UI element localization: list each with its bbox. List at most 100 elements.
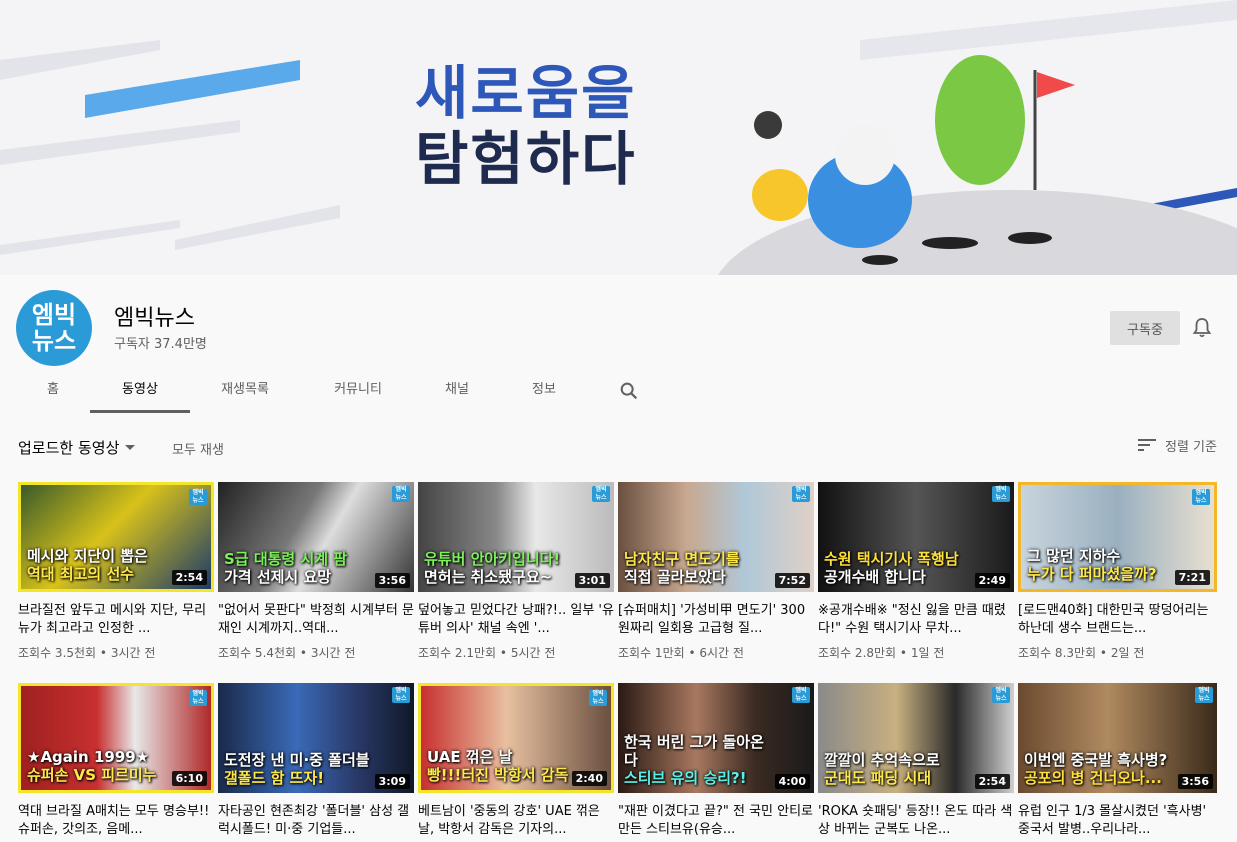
channel-watermark: 엠빅 뉴스	[1192, 489, 1210, 505]
thumbnail-caption: 이번엔 중국발 흑사병? 공포의 병 건너오나...	[1024, 751, 1168, 787]
tab-about[interactable]: 정보	[520, 370, 568, 413]
channel-name: 엠빅뉴스	[114, 306, 195, 331]
thumbnail-caption: 남자친구 면도기를 직접 골라보았다	[624, 550, 740, 586]
video-card[interactable]: 엠빅 뉴스 메시와 지단이 뽑은 역대 최고의 선수 2:54 브라질전 앞두고 메…	[18, 482, 214, 661]
video-card[interactable]: 엠빅 뉴스 이번엔 중국발 흑사병? 공포의 병 건너오나... 3:56 유럽 인…	[1018, 683, 1217, 839]
channel-watermark: 엠빅 뉴스	[992, 486, 1010, 502]
video-meta: 조회수 8.3만회 • 2일 전	[1018, 646, 1145, 660]
video-duration: 6:10	[171, 771, 207, 786]
banner-line2: 탐험하다	[415, 125, 637, 193]
channel-watermark: 엠빅 뉴스	[392, 486, 410, 502]
video-title[interactable]: [슈퍼매치] '가성비甲 면도기' 300원짜리 일회용 고급형 질...	[618, 602, 814, 638]
video-thumbnail[interactable]: 엠빅 뉴스 남자친구 면도기를 직접 골라보았다 7:52	[618, 482, 814, 592]
video-title[interactable]: 'ROKA 숏패딩' 등장!! 온도 따라 색상 바뀌는 군복도 나온...	[818, 803, 1014, 839]
video-thumbnail[interactable]: 엠빅 뉴스 깔깔이 추억속으로 군대도 패딩 시대 2:54	[818, 683, 1014, 793]
channel-watermark: 엠빅 뉴스	[189, 690, 207, 706]
sort-by-button[interactable]: 정렬 기준	[1165, 436, 1217, 455]
video-meta: 조회수 2.1만회 • 5시간 전	[418, 646, 556, 660]
video-card[interactable]: 엠빅 뉴스 깔깔이 추억속으로 군대도 패딩 시대 2:54 'ROKA 숏패딩' …	[818, 683, 1014, 839]
video-title[interactable]: 역대 브라질 A매치는 모두 명승부!! 슈퍼손, 갓의조, 음메...	[18, 803, 214, 839]
notification-bell-icon[interactable]	[1190, 316, 1214, 340]
avatar-line2: 뉴스	[31, 327, 77, 355]
channel-banner: 새로움을 탐험하다	[0, 0, 1237, 275]
video-title[interactable]: "재판 이겼다고 끝?" 전 국민 안티로 만든 스티브유(유승...	[618, 803, 814, 839]
channel-watermark: 엠빅 뉴스	[589, 690, 607, 706]
video-thumbnail[interactable]: 엠빅 뉴스 수원 택시기사 폭행남 공개수배 합니다 2:49	[818, 482, 1014, 592]
channel-watermark: 엠빅 뉴스	[792, 687, 810, 703]
channel-watermark: 엠빅 뉴스	[992, 687, 1010, 703]
video-card[interactable]: 엠빅 뉴스 남자친구 면도기를 직접 골라보았다 7:52 [슈퍼매치] '가성비甲…	[618, 482, 814, 661]
video-card[interactable]: 엠빅 뉴스 ★Again 1999★ 슈퍼손 VS 피르미누 6:10 역대 브라질…	[18, 683, 214, 839]
video-thumbnail[interactable]: 엠빅 뉴스 그 많던 지하수 누가 다 퍼마셨을까? 7:21	[1018, 482, 1217, 592]
video-meta: 조회수 5.4천회 • 3시간 전	[218, 646, 356, 660]
video-card[interactable]: 엠빅 뉴스 그 많던 지하수 누가 다 퍼마셨을까? 7:21 [로드맨40화] 대…	[1018, 482, 1217, 661]
video-title[interactable]: 유럽 인구 1/3 몰살시켰던 '흑사병' 중국서 발병..우리나라...	[1018, 803, 1217, 839]
video-title[interactable]: ※공개수배※ "정신 잃을 만큼 때렸다!" 수원 택시기사 무차...	[818, 602, 1014, 638]
thumbnail-caption: UAE 꺾은 날 빵!!!터진 박항서 감독	[427, 748, 569, 784]
video-duration: 2:49	[974, 573, 1010, 588]
video-duration: 3:56	[374, 573, 410, 588]
video-thumbnail[interactable]: 엠빅 뉴스 UAE 꺾은 날 빵!!!터진 박항서 감독 2:40	[418, 683, 614, 793]
video-thumbnail[interactable]: 엠빅 뉴스 이번엔 중국발 흑사병? 공포의 병 건너오나... 3:56	[1018, 683, 1217, 793]
thumbnail-caption: 그 많던 지하수 누가 다 퍼마셨을까?	[1027, 547, 1157, 583]
channel-watermark: 엠빅 뉴스	[392, 687, 410, 703]
chevron-down-icon	[125, 445, 136, 450]
video-card[interactable]: 엠빅 뉴스 도전장 낸 미·중 폴더블 갤폴드 함 뜨자! 3:09 자타공인 현존…	[218, 683, 414, 839]
channel-watermark: 엠빅 뉴스	[1195, 687, 1213, 703]
thumbnail-caption: S급 대통령 시계 팜 가격 선제시 요망	[224, 550, 348, 586]
play-all-link[interactable]: 모두 재생	[172, 439, 224, 458]
video-duration: 3:56	[1177, 774, 1213, 789]
video-thumbnail[interactable]: 엠빅 뉴스 메시와 지단이 뽑은 역대 최고의 선수 2:54	[18, 482, 214, 592]
tab-community[interactable]: 커뮤니티	[318, 370, 398, 413]
video-meta: 조회수 2.8만회 • 1일 전	[818, 646, 945, 660]
video-thumbnail[interactable]: 엠빅 뉴스 유튜버 안아키입니다! 면허는 취소됐구요~ 3:01	[418, 482, 614, 592]
video-title[interactable]: 베트남이 '중동의 강호' UAE 꺾은 날, 박항서 감독은 기자의...	[418, 803, 614, 839]
channel-watermark: 엠빅 뉴스	[792, 486, 810, 502]
subscribed-button[interactable]: 구독중	[1110, 311, 1180, 345]
thumbnail-caption: 도전장 낸 미·중 폴더블 갤폴드 함 뜨자!	[224, 751, 370, 787]
video-duration: 7:52	[774, 573, 810, 588]
video-duration: 3:01	[574, 573, 610, 588]
video-card[interactable]: 엠빅 뉴스 한국 버린 그가 돌아온다 스티브 유의 승리?! 4:00 "재판 이…	[618, 683, 814, 839]
channel-avatar[interactable]: 엠빅 뉴스	[16, 290, 92, 366]
tab-playlists[interactable]: 재생목록	[205, 370, 285, 413]
thumbnail-caption: 깔깔이 추억속으로 군대도 패딩 시대	[824, 751, 940, 787]
uploads-dropdown[interactable]: 업로드한 동영상	[18, 437, 136, 458]
thumbnail-caption: 한국 버린 그가 돌아온다 스티브 유의 승리?!	[624, 733, 764, 787]
channel-watermark: 엠빅 뉴스	[592, 486, 610, 502]
thumbnail-caption: 수원 택시기사 폭행남 공개수배 합니다	[824, 550, 959, 586]
video-title[interactable]: "없어서 못판다" 박정희 시계부터 문재인 시계까지..역대...	[218, 602, 414, 638]
video-meta: 조회수 3.5천회 • 3시간 전	[18, 646, 156, 660]
thumbnail-caption: 메시와 지단이 뽑은 역대 최고의 선수	[27, 547, 148, 583]
video-card[interactable]: 엠빅 뉴스 유튜버 안아키입니다! 면허는 취소됐구요~ 3:01 덮어놓고 믿었다…	[418, 482, 614, 661]
sort-icon[interactable]	[1138, 438, 1156, 452]
video-duration: 3:09	[374, 774, 410, 789]
tab-channels[interactable]: 채널	[432, 370, 482, 413]
video-thumbnail[interactable]: 엠빅 뉴스 한국 버린 그가 돌아온다 스티브 유의 승리?! 4:00	[618, 683, 814, 793]
thumbnail-caption: 유튜버 안아키입니다! 면허는 취소됐구요~	[424, 550, 561, 586]
thumbnail-caption: ★Again 1999★ 슈퍼손 VS 피르미누	[27, 748, 157, 784]
video-title[interactable]: 브라질전 앞두고 메시와 지단, 무리뉴가 최고라고 인정한 ...	[18, 602, 214, 638]
tab-home[interactable]: 홈	[30, 370, 76, 413]
video-duration: 2:54	[974, 774, 1010, 789]
video-card[interactable]: 엠빅 뉴스 수원 택시기사 폭행남 공개수배 합니다 2:49 ※공개수배※ "정신…	[818, 482, 1014, 661]
video-duration: 4:00	[774, 774, 810, 789]
video-card[interactable]: 엠빅 뉴스 UAE 꺾은 날 빵!!!터진 박항서 감독 2:40 베트남이 '중동…	[418, 683, 614, 839]
video-meta: 조회수 1만회 • 6시간 전	[618, 646, 744, 660]
uploads-label: 업로드한 동영상	[18, 439, 120, 457]
tab-videos[interactable]: 동영상	[90, 370, 190, 413]
video-thumbnail[interactable]: 엠빅 뉴스 도전장 낸 미·중 폴더블 갤폴드 함 뜨자! 3:09	[218, 683, 414, 793]
video-duration: 7:21	[1174, 570, 1210, 585]
video-duration: 2:40	[571, 771, 607, 786]
video-thumbnail[interactable]: 엠빅 뉴스 ★Again 1999★ 슈퍼손 VS 피르미누 6:10	[18, 683, 214, 793]
channel-watermark: 엠빅 뉴스	[189, 489, 207, 505]
video-thumbnail[interactable]: 엠빅 뉴스 S급 대통령 시계 팜 가격 선제시 요망 3:56	[218, 482, 414, 592]
video-card[interactable]: 엠빅 뉴스 S급 대통령 시계 팜 가격 선제시 요망 3:56 "없어서 못판다"…	[218, 482, 414, 661]
video-title[interactable]: 덮어놓고 믿었다간 낭패?!.. 일부 '유튜버 의사' 채널 속엔 '...	[418, 602, 614, 638]
video-title[interactable]: 자타공인 현존최강 '폴더블' 삼성 갤럭시폴드! 미·중 기업들...	[218, 803, 414, 839]
banner-line1: 새로움을	[415, 59, 637, 127]
search-icon[interactable]	[618, 380, 640, 402]
banner-slogan: 새로움을 탐험하다	[415, 60, 636, 192]
video-title[interactable]: [로드맨40화] 대한민국 땅덩어리는 하난데 생수 브랜드는...	[1018, 602, 1217, 638]
subscriber-count: 구독자 37.4만명	[114, 337, 207, 352]
